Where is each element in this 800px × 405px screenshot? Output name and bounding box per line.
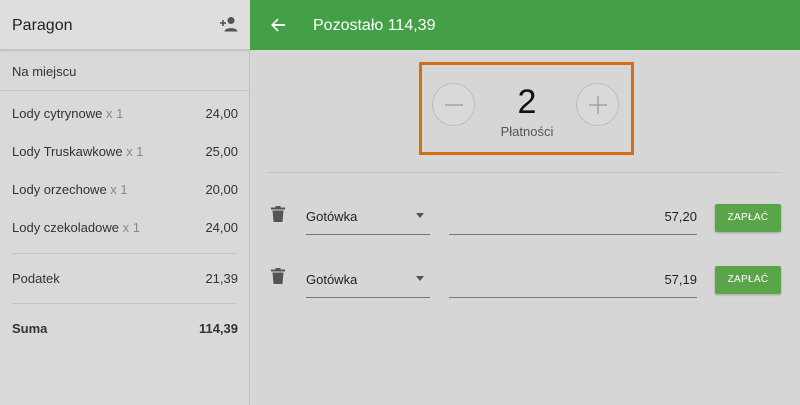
person-add-icon[interactable] (219, 16, 239, 32)
caret-down-icon (416, 276, 424, 281)
tax-value: 21,39 (205, 271, 238, 286)
payment-amount-value: 57,19 (664, 272, 697, 287)
tax-row: Podatek 21,39 (12, 271, 238, 291)
decrease-payments-button[interactable] (432, 83, 475, 126)
item-price: 25,00 (205, 144, 238, 159)
receipt-header: Paragon (0, 0, 250, 50)
item-qty: x 1 (105, 106, 124, 121)
item-name: Lody czekoladowe (12, 220, 119, 235)
arrow-back-icon[interactable] (270, 17, 286, 33)
remaining-title: Pozostało 114,39 (313, 17, 436, 34)
item-qty: x 1 (126, 144, 144, 159)
receipt-item[interactable]: Lody cytrynowe x 1 24,00 (12, 106, 238, 126)
tax-label: Podatek (12, 271, 60, 286)
receipt-item[interactable]: Lody orzechowe x 1 20,00 (12, 182, 238, 202)
payment-amount-field[interactable]: 57,20 (449, 207, 697, 235)
payment-method-value: Gotówka (306, 209, 358, 224)
total-value: 114,39 (198, 321, 238, 336)
payments-count: 2 (517, 83, 537, 121)
item-price: 20,00 (205, 182, 238, 197)
item-name: Lody cytrynowe (12, 106, 103, 121)
payment-method-value: Gotówka (306, 272, 358, 287)
total-label: Suma (12, 321, 48, 336)
increase-payments-button[interactable] (576, 83, 619, 126)
trash-icon[interactable] (271, 268, 285, 284)
payments-counter: 2 Płatności (419, 62, 634, 155)
payment-method-select[interactable]: Gotówka (306, 270, 430, 298)
item-price: 24,00 (205, 106, 238, 121)
caret-down-icon (416, 213, 424, 218)
app-bar: Pozostało 114,39 (250, 0, 800, 50)
payments-label: Płatności (500, 124, 554, 139)
pay-button[interactable]: ZAPŁAĆ (715, 266, 781, 294)
trash-icon[interactable] (271, 206, 285, 222)
minus-icon (445, 104, 463, 106)
item-qty: x 1 (110, 182, 128, 197)
payment-method-select[interactable]: Gotówka (306, 207, 430, 235)
divider (12, 303, 237, 304)
item-qty: x 1 (122, 220, 140, 235)
item-price: 24,00 (205, 220, 238, 235)
divider (0, 90, 249, 91)
item-name: Lody orzechowe (12, 182, 107, 197)
divider (268, 172, 782, 173)
total-row: Suma 114,39 (12, 321, 238, 341)
payment-amount-value: 57,20 (664, 209, 697, 224)
receipt-item[interactable]: Lody Truskawkowe x 1 25,00 (12, 144, 238, 164)
divider (12, 253, 237, 254)
plus-icon (589, 96, 607, 114)
item-name: Lody Truskawkowe (12, 144, 123, 159)
payment-amount-field[interactable]: 57,19 (449, 270, 697, 298)
receipt-item[interactable]: Lody czekoladowe x 1 24,00 (12, 220, 238, 240)
receipt-panel: Paragon Na miejscu Lody cytrynowe x 1 24… (0, 0, 250, 405)
order-type: Na miejscu (12, 64, 77, 79)
pay-button[interactable]: ZAPŁAĆ (715, 204, 781, 232)
receipt-title: Paragon (12, 17, 73, 34)
